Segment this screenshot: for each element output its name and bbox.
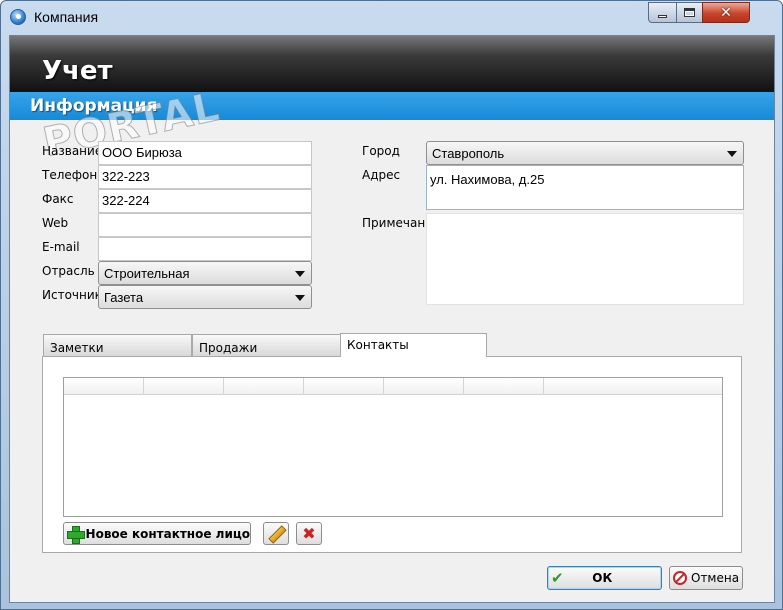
window-title: Компания [34, 9, 99, 25]
pencil-icon [268, 526, 284, 542]
source-label: Источник [42, 288, 102, 302]
grid-column[interactable] [224, 378, 304, 395]
contacts-panel: Новое контактное лицо ✖ [42, 356, 742, 553]
tab-sales[interactable]: Продажи [192, 334, 341, 357]
phone-field[interactable]: 322-223 [98, 165, 312, 189]
new-contact-label: Новое контактное лицо [85, 526, 250, 541]
grid-column[interactable] [464, 378, 544, 395]
delete-icon: ✖ [302, 523, 316, 543]
check-icon: ✔ [551, 569, 564, 587]
minimize-icon [658, 15, 667, 18]
chevron-down-icon [295, 295, 305, 301]
tab-contacts[interactable]: Контакты [340, 333, 487, 357]
city-label: Город [362, 144, 400, 158]
notes-label: Примечани [362, 216, 428, 230]
grid-column[interactable] [144, 378, 224, 395]
delete-contact-button[interactable]: ✖ [296, 522, 322, 545]
email-field[interactable] [98, 237, 312, 261]
city-select[interactable]: Ставрополь [426, 141, 744, 165]
edit-contact-button[interactable] [263, 522, 289, 545]
banner-title: Учет [42, 56, 113, 86]
tab-notes[interactable]: Заметки [43, 334, 192, 357]
name-label: Название [42, 144, 103, 158]
cancel-icon [673, 571, 687, 585]
close-button[interactable]: ✕ [702, 2, 750, 23]
web-label: Web [42, 216, 69, 230]
grid-column[interactable] [64, 378, 144, 395]
app-icon [10, 9, 26, 25]
close-icon: ✕ [720, 4, 732, 21]
section-title: Информация [30, 96, 158, 116]
contacts-grid[interactable] [63, 377, 723, 517]
fax-label: Факс [42, 192, 74, 206]
chevron-down-icon [295, 271, 305, 277]
grid-header [64, 378, 722, 395]
cancel-button[interactable]: Отмена [669, 566, 743, 590]
source-value: Газета [104, 290, 144, 305]
name-field[interactable]: ООО Бирюза [98, 141, 312, 165]
header-banner: Учет [10, 36, 774, 92]
city-value: Ставрополь [432, 146, 505, 161]
fax-field[interactable]: 322-224 [98, 189, 312, 213]
industry-select[interactable]: Строительная [98, 261, 312, 285]
phone-label: Телефон [42, 168, 98, 182]
minimize-button[interactable] [648, 2, 677, 23]
plus-icon [67, 525, 85, 544]
chevron-down-icon [727, 151, 737, 157]
address-field[interactable]: ул. Нахимова, д.25 [426, 165, 744, 210]
grid-column[interactable] [384, 378, 464, 395]
tab-contacts-label: Контакты [347, 338, 409, 352]
company-window: Компания ✕ Учет Информация PORTAL Назван… [0, 0, 783, 610]
cancel-label: Отмена [691, 571, 740, 585]
email-label: E-mail [42, 240, 80, 254]
ok-button[interactable]: ✔ ОК [547, 566, 662, 590]
new-contact-button[interactable]: Новое контактное лицо [63, 522, 251, 545]
industry-value: Строительная [104, 266, 190, 281]
notes-field[interactable] [426, 213, 744, 305]
address-label: Адрес [362, 168, 401, 182]
industry-label: Отрасль [42, 264, 95, 278]
grid-column[interactable] [304, 378, 384, 395]
section-bar: Информация [10, 92, 774, 120]
maximize-button[interactable] [676, 2, 703, 23]
dialog-client-area: Учет Информация PORTAL Название ООО Бирю… [9, 35, 775, 603]
web-field[interactable] [98, 213, 312, 237]
maximize-icon [684, 8, 695, 17]
tab-notes-label: Заметки [50, 341, 104, 355]
title-bar[interactable]: Компания ✕ [1, 1, 782, 35]
ok-label: ОК [592, 571, 613, 585]
source-select[interactable]: Газета [98, 285, 312, 309]
tab-sales-label: Продажи [199, 341, 258, 355]
